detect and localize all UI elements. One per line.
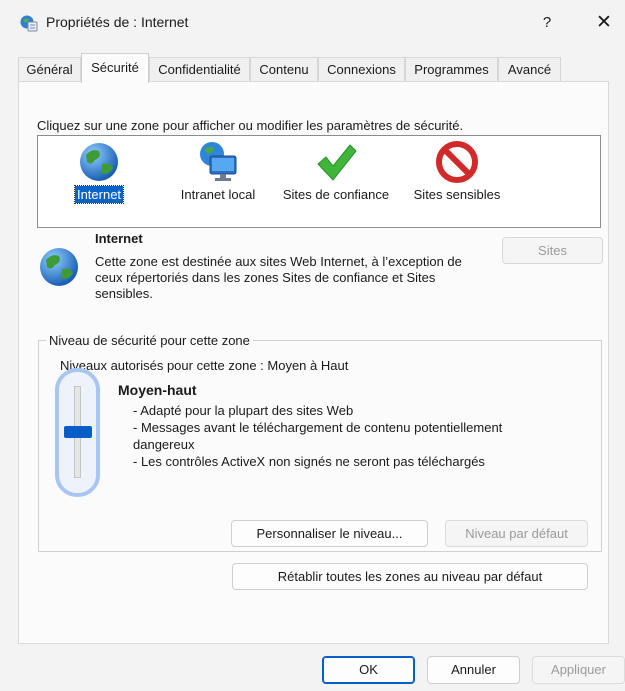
tab-general[interactable]: Général xyxy=(18,57,81,81)
slider-thumb[interactable] xyxy=(64,426,92,438)
close-button[interactable]: ✕ xyxy=(590,10,618,36)
level-detail-line: - Les contrôles ActiveX non signés ne se… xyxy=(133,454,485,469)
globe-icon xyxy=(80,143,118,181)
apply-button[interactable]: Appliquer xyxy=(532,656,625,684)
zone-internet[interactable]: Internet xyxy=(38,136,160,226)
zone-label: Sites sensibles xyxy=(413,187,501,202)
tab-programs[interactable]: Programmes xyxy=(405,57,498,81)
tab-content[interactable]: Contenu xyxy=(250,57,318,81)
cancel-button[interactable]: Annuler xyxy=(427,656,520,684)
reset-all-zones-button[interactable]: Rétablir toutes les zones au niveau par … xyxy=(232,563,588,590)
zone-restricted-sites[interactable]: Sites sensibles xyxy=(404,136,510,226)
zone-local-intranet[interactable]: Intranet local xyxy=(170,136,266,226)
default-level-button[interactable]: Niveau par défaut xyxy=(445,520,588,547)
tab-advanced[interactable]: Avancé xyxy=(498,57,561,81)
zone-list: Internet Intranet local Sites de confian… xyxy=(37,135,601,228)
level-detail-line: dangereux xyxy=(133,437,195,452)
security-level-name: Moyen-haut xyxy=(118,382,197,398)
zone-label: Internet xyxy=(73,185,125,204)
zone-label: Sites de confiance xyxy=(282,187,390,202)
intranet-icon xyxy=(200,142,237,181)
zone-title: Internet xyxy=(95,231,143,246)
ok-button[interactable]: OK xyxy=(322,656,415,684)
globe-icon xyxy=(40,248,78,286)
window-title: Propriétés de : Internet xyxy=(46,14,189,30)
zone-instruction: Cliquez sur une zone pour afficher ou mo… xyxy=(37,118,464,133)
zone-description: Cette zone est destinée aux sites Web In… xyxy=(95,254,462,301)
level-detail-line: - Adapté pour la plupart des sites Web xyxy=(133,403,354,418)
checkmark-icon xyxy=(317,144,357,181)
security-level-details: - Adapté pour la plupart des sites Web -… xyxy=(133,402,563,470)
level-detail-line: - Messages avant le téléchargement de co… xyxy=(133,420,503,435)
prohibited-icon xyxy=(436,141,478,183)
zone-label: Intranet local xyxy=(180,187,256,202)
help-button[interactable]: ? xyxy=(534,10,560,36)
tab-privacy[interactable]: Confidentialité xyxy=(149,57,250,81)
tab-connections[interactable]: Connexions xyxy=(318,57,405,81)
security-level-label: Niveau de sécurité pour cette zone xyxy=(46,333,253,348)
customize-level-button[interactable]: Personnaliser le niveau... xyxy=(231,520,428,547)
zone-trusted-sites[interactable]: Sites de confiance xyxy=(276,136,396,226)
internet-options-icon xyxy=(20,15,38,32)
sites-button[interactable]: Sites xyxy=(502,237,603,264)
tab-security[interactable]: Sécurité xyxy=(81,53,149,83)
allowed-levels-text: Niveaux autorisés pour cette zone : Moye… xyxy=(60,358,349,373)
